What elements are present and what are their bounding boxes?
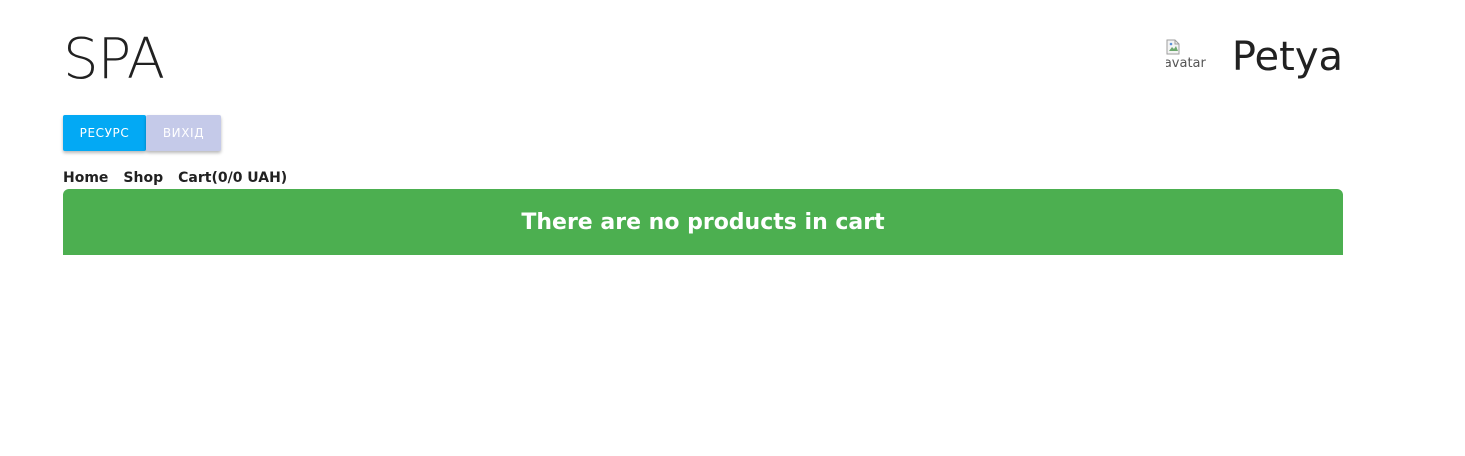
avatar-alt-text: avatar bbox=[1165, 56, 1206, 71]
empty-cart-message: There are no products in cart bbox=[521, 209, 885, 235]
avatar: avatar bbox=[1166, 39, 1206, 75]
main-nav: Home Shop Cart(0/0 UAH) bbox=[63, 168, 302, 188]
nav-shop-link[interactable]: Shop bbox=[123, 168, 163, 188]
page: SPA avatar Petya РЕСУРС ВИХІД Home Shop … bbox=[0, 0, 1465, 456]
empty-cart-banner: There are no products in cart bbox=[63, 189, 1343, 255]
user-box: avatar Petya bbox=[1166, 32, 1343, 82]
user-name: Petya bbox=[1231, 34, 1343, 80]
app-title: SPA bbox=[63, 27, 165, 92]
action-buttons: РЕСУРС ВИХІД bbox=[63, 115, 221, 151]
broken-image-icon bbox=[1166, 39, 1180, 55]
resource-button[interactable]: РЕСУРС bbox=[63, 115, 146, 151]
nav-home-link[interactable]: Home bbox=[63, 168, 108, 188]
nav-cart-link[interactable]: Cart(0/0 UAH) bbox=[178, 168, 287, 188]
header: SPA avatar Petya bbox=[63, 24, 1343, 94]
exit-button[interactable]: ВИХІД bbox=[146, 115, 221, 151]
